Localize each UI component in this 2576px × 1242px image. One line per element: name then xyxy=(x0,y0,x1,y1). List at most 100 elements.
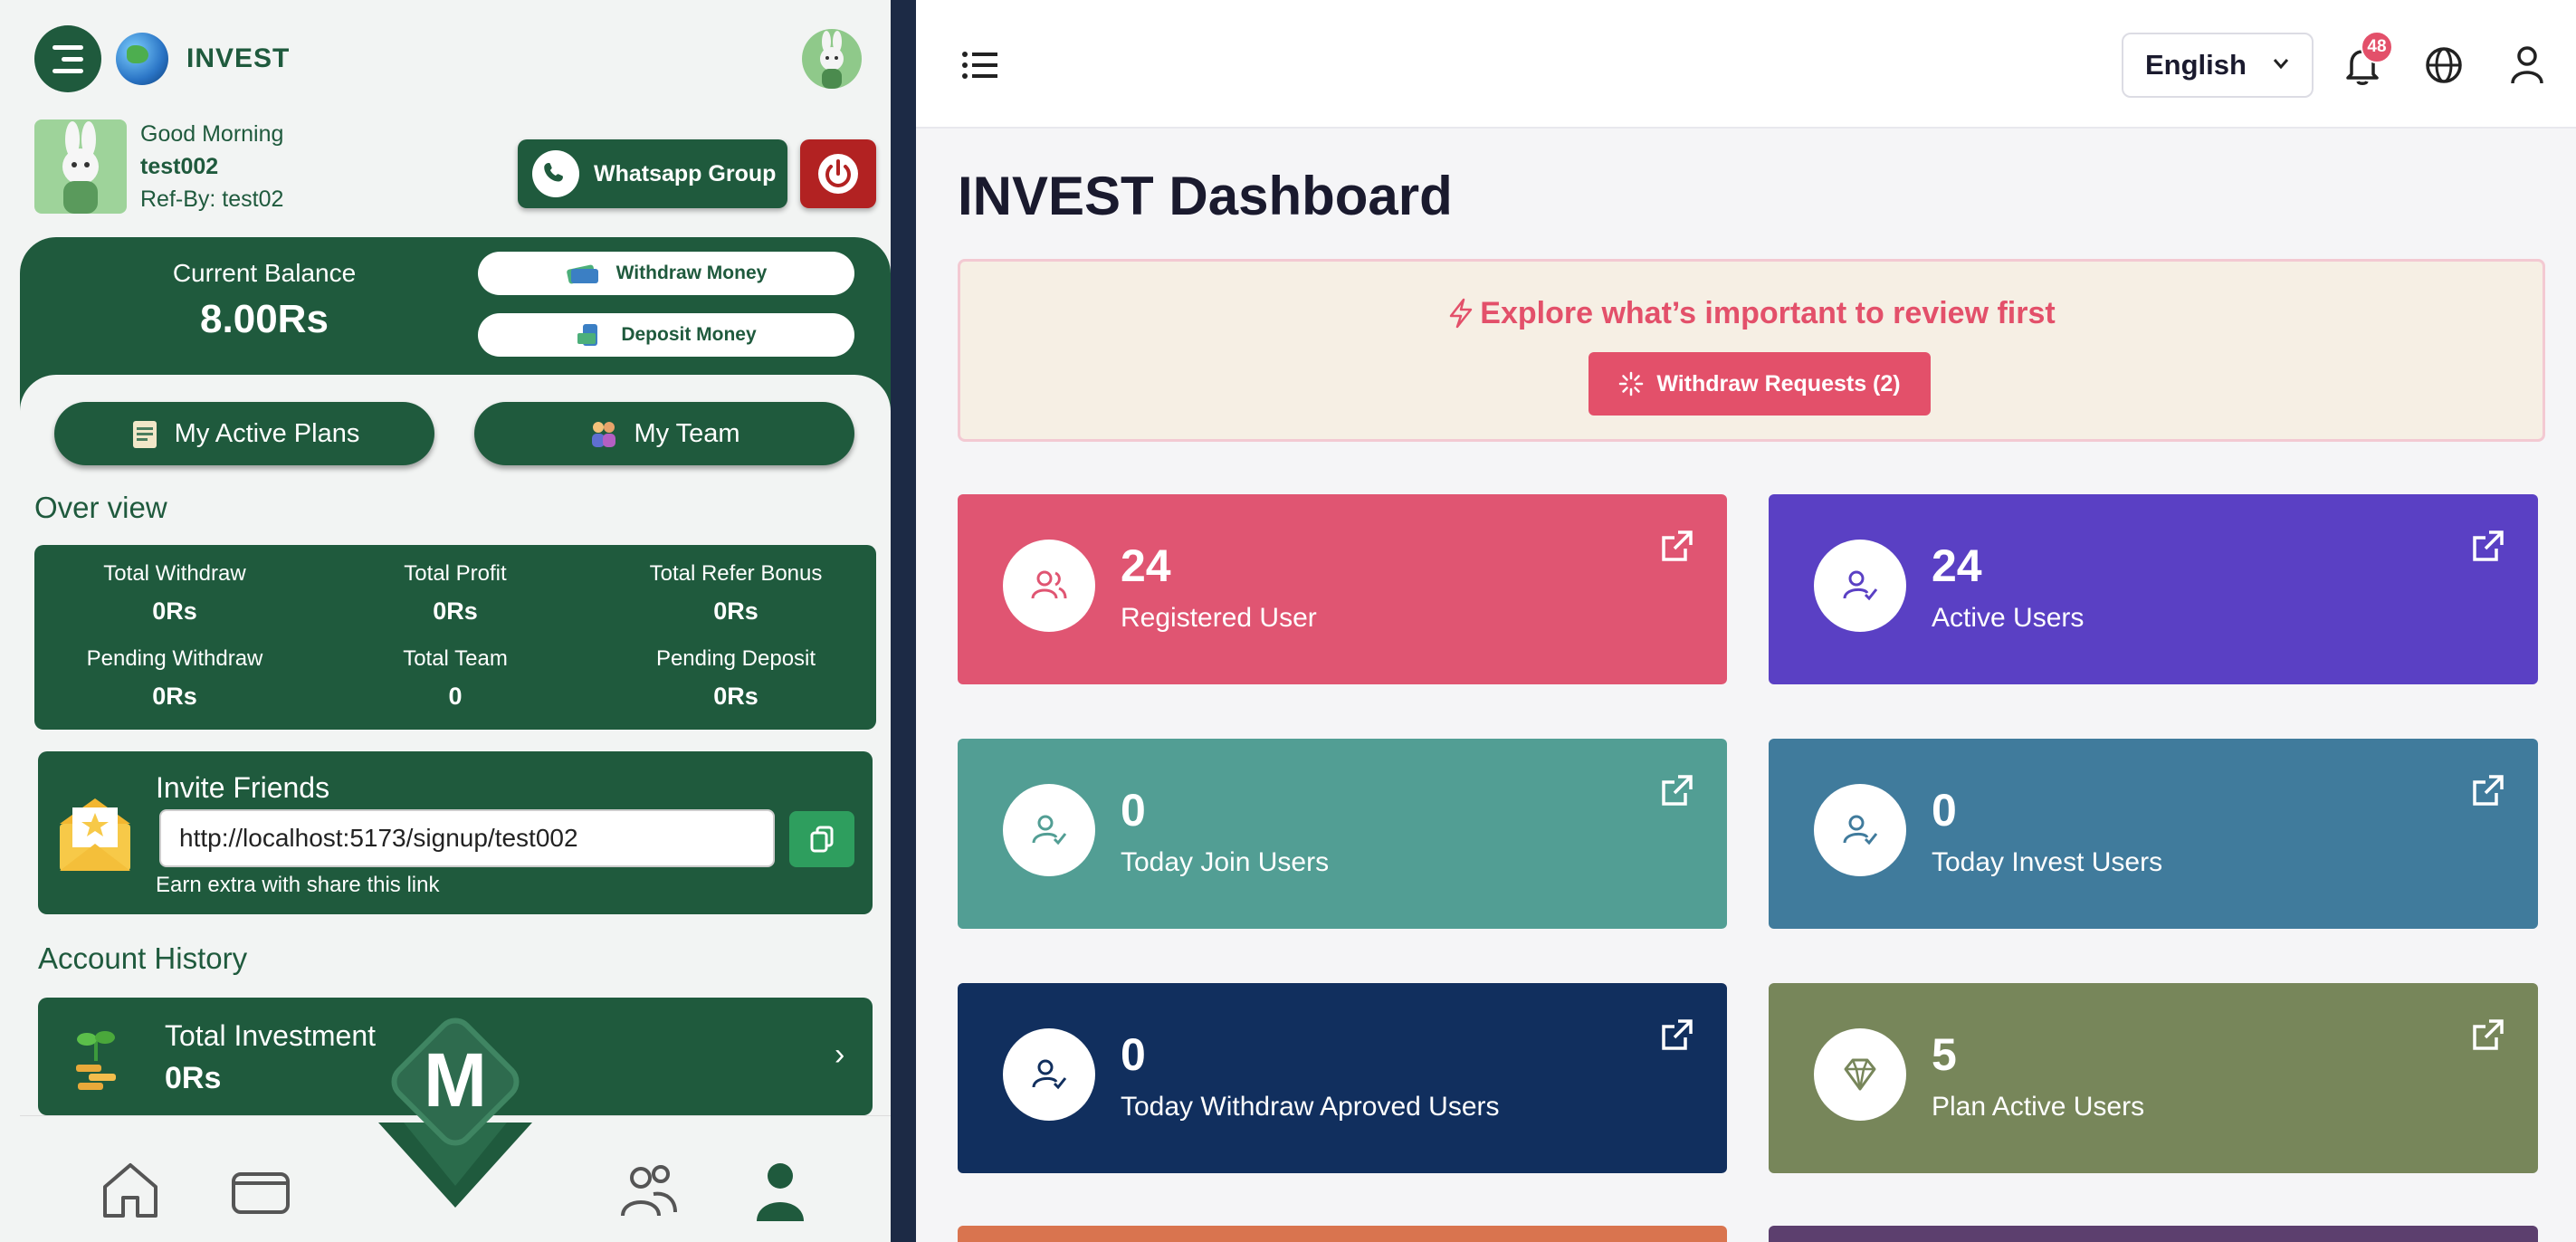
stat-card-active-users[interactable]: 24 Active Users xyxy=(1769,494,2538,684)
chevron-down-icon xyxy=(2273,59,2289,70)
center-logo-letter: M xyxy=(424,1037,487,1123)
team-nav-icon[interactable] xyxy=(614,1156,682,1225)
window-divider xyxy=(891,0,916,1242)
loader-icon xyxy=(1619,371,1644,396)
logout-button[interactable] xyxy=(800,139,876,208)
power-icon xyxy=(818,154,858,194)
card-value: 0 xyxy=(1121,785,1146,836)
stat-value: 0Rs xyxy=(713,597,758,625)
center-logo-button[interactable]: M xyxy=(378,1017,532,1208)
user-check-icon xyxy=(1003,1028,1095,1121)
stat-label: Total Refer Bonus xyxy=(649,561,823,586)
alert-text: Explore what’s important to review first xyxy=(960,296,2543,331)
diamond-icon xyxy=(1814,1028,1906,1121)
card-label: Today Join Users xyxy=(1121,847,1330,877)
overview-title: Over view xyxy=(34,491,167,524)
profile-picture xyxy=(34,119,127,214)
stat-value: 0 xyxy=(448,683,463,710)
external-link-icon[interactable] xyxy=(2469,1017,2505,1054)
deposit-icon xyxy=(577,324,598,346)
wallet-icon[interactable] xyxy=(226,1156,295,1225)
user-check-icon xyxy=(1814,784,1906,876)
account-history-title: Account History xyxy=(38,941,248,975)
stat-total-refer-bonus: Total Refer Bonus 0Rs xyxy=(596,561,876,626)
home-icon[interactable] xyxy=(96,1156,165,1225)
stat-label: Pending Withdraw xyxy=(86,646,263,671)
alert-message: Explore what’s important to review first xyxy=(1480,296,2056,330)
money-icon xyxy=(566,264,598,284)
stat-card-registered-user[interactable]: 24 Registered User xyxy=(958,494,1727,684)
stat-card-today-withdraw-approved-users[interactable]: 0 Today Withdraw Aproved Users xyxy=(958,983,1727,1173)
card-value: 0 xyxy=(1121,1029,1146,1080)
stat-label: Total Withdraw xyxy=(103,561,246,586)
menu-button[interactable] xyxy=(34,25,101,92)
history-card-value: 0Rs xyxy=(165,1061,222,1095)
referred-by: Ref-By: test02 xyxy=(140,186,284,212)
my-team-button[interactable]: My Team xyxy=(474,402,854,465)
whatsapp-icon xyxy=(532,150,579,197)
review-alert: Explore what’s important to review first… xyxy=(958,259,2545,442)
user-check-icon xyxy=(1814,540,1906,632)
stat-card-today-invest-users[interactable]: 0 Today Invest Users xyxy=(1769,739,2538,929)
user-icon[interactable] xyxy=(2509,45,2545,85)
page-title: INVEST Dashboard xyxy=(958,166,1453,226)
stat-pending-deposit: Pending Deposit 0Rs xyxy=(596,646,876,711)
team-icon xyxy=(592,422,616,447)
mobile-app: INVEST Good Morning test002 Ref-By: test… xyxy=(0,0,891,1242)
stat-value: 0Rs xyxy=(433,597,478,625)
history-card-label: Total Investment xyxy=(165,1019,376,1052)
user-check-icon xyxy=(1003,784,1095,876)
clipboard-icon xyxy=(132,421,157,448)
referral-link-input[interactable] xyxy=(159,809,775,867)
card-label: Active Users xyxy=(1932,603,2085,633)
external-link-icon[interactable] xyxy=(2469,529,2505,565)
withdraw-label: Withdraw Money xyxy=(615,263,768,283)
invite-friends-card: Invite Friends Earn extra with share thi… xyxy=(38,751,873,914)
withdraw-money-button[interactable]: Withdraw Money xyxy=(478,252,854,295)
external-link-icon[interactable] xyxy=(1658,1017,1694,1054)
users-icon xyxy=(1003,540,1095,632)
stat-value: 0Rs xyxy=(713,683,758,710)
balance-value: 8.00Rs xyxy=(200,297,329,341)
invite-note: Earn extra with share this link xyxy=(156,873,440,897)
list-menu-icon[interactable] xyxy=(961,51,997,80)
stat-card-partial xyxy=(1769,1226,2538,1242)
stat-total-withdraw: Total Withdraw 0Rs xyxy=(34,561,315,626)
globe-icon[interactable] xyxy=(2424,45,2464,85)
card-label: Plan Active Users xyxy=(1932,1092,2145,1122)
whatsapp-label: Whatsapp Group xyxy=(594,160,777,186)
external-link-icon[interactable] xyxy=(2469,773,2505,809)
copy-link-button[interactable] xyxy=(789,811,854,867)
overview-stats: Total Withdraw 0Rs Total Profit 0Rs Tota… xyxy=(34,545,876,730)
stat-card-partial xyxy=(958,1226,1727,1242)
card-value: 0 xyxy=(1932,785,1957,836)
withdraw-requests-label: Withdraw Requests (2) xyxy=(1656,370,1901,396)
card-label: Registered User xyxy=(1121,603,1317,633)
external-link-icon[interactable] xyxy=(1658,529,1694,565)
card-label: Today Invest Users xyxy=(1932,847,2163,877)
stat-total-profit: Total Profit 0Rs xyxy=(315,561,596,626)
profile-nav-icon[interactable] xyxy=(746,1156,815,1225)
whatsapp-group-button[interactable]: Whatsapp Group xyxy=(518,139,787,208)
invite-title: Invite Friends xyxy=(156,771,330,804)
deposit-money-button[interactable]: Deposit Money xyxy=(478,313,854,357)
stat-label: Total Profit xyxy=(404,561,507,586)
card-value: 24 xyxy=(1932,540,1982,591)
card-value: 5 xyxy=(1932,1029,1957,1080)
avatar[interactable] xyxy=(802,29,862,89)
stat-card-today-join-users[interactable]: 0 Today Join Users xyxy=(958,739,1727,929)
stat-label: Total Team xyxy=(403,646,508,671)
notification-badge: 48 xyxy=(2361,31,2393,63)
stat-value: 0Rs xyxy=(152,597,197,625)
my-team-label: My Team xyxy=(634,418,740,448)
balance-label: Current Balance xyxy=(172,259,357,287)
stat-card-plan-active-users[interactable]: 5 Plan Active Users xyxy=(1769,983,2538,1173)
stat-label: Pending Deposit xyxy=(655,646,816,671)
admin-dashboard: English 48 INVEST Dashboard Explore what… xyxy=(916,0,2576,1242)
external-link-icon[interactable] xyxy=(1658,773,1694,809)
withdraw-requests-button[interactable]: Withdraw Requests (2) xyxy=(1589,352,1931,416)
language-value: English xyxy=(2145,49,2247,81)
my-active-plans-button[interactable]: My Active Plans xyxy=(54,402,434,465)
language-select[interactable]: English xyxy=(2122,33,2314,98)
copy-icon xyxy=(810,826,834,853)
